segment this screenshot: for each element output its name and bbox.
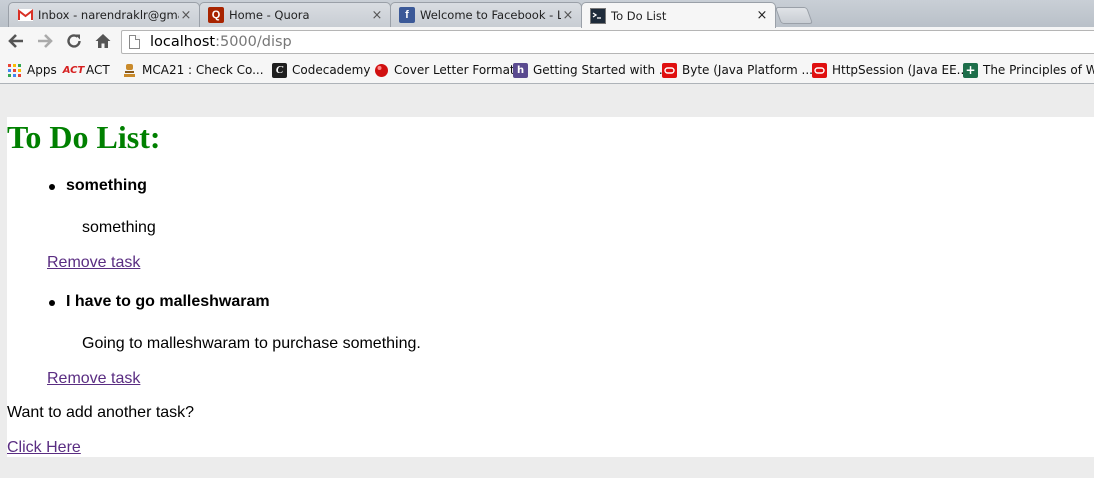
apps-grid-icon (7, 63, 22, 78)
tab-facebook[interactable]: f Welcome to Facebook - Lo × (390, 2, 582, 27)
task-title: something (49, 177, 147, 195)
url-path: :5000/disp (215, 34, 292, 50)
bookmark-label: ACT (86, 63, 110, 77)
url-text[interactable]: localhost:5000/disp (150, 34, 292, 50)
quora-icon: Q (208, 7, 224, 23)
bookmark-heroku[interactable]: h Getting Started with ... (513, 61, 670, 79)
bookmark-label: Cover Letter Format (394, 63, 515, 77)
heroku-icon: h (513, 62, 528, 78)
tab-quora[interactable]: Q Home - Quora × (199, 2, 391, 27)
add-task-link[interactable]: Click Here (7, 439, 81, 457)
bullet-icon (49, 184, 55, 190)
task-title: I have to go malleshwaram (49, 293, 270, 311)
close-icon[interactable]: × (179, 8, 193, 23)
bullet-icon (49, 300, 55, 306)
page-title: To Do List: (7, 119, 161, 155)
oracle-icon (812, 62, 827, 78)
emblem-icon (122, 63, 137, 78)
bookmark-act[interactable]: ACT ACT (62, 61, 110, 79)
address-bar[interactable]: localhost:5000/disp (121, 30, 1094, 54)
bookmark-label: Byte (Java Platform ... (682, 63, 813, 77)
bookmark-label: Getting Started with ... (533, 63, 671, 77)
tab-title: Home - Quora (229, 8, 310, 22)
task-title-text: something (66, 177, 147, 194)
back-button[interactable] (6, 32, 26, 52)
back-arrow-icon (8, 34, 23, 48)
bookmarks-bar: Apps ACT ACT MCA21 : Check Co... C Codec… (0, 57, 1094, 84)
bookmark-label: Apps (27, 63, 57, 77)
tab-title: Inbox - narendraklr@gmai (38, 8, 179, 22)
bookmark-byte[interactable]: Byte (Java Platform ... (662, 61, 813, 79)
forward-arrow-icon (38, 34, 53, 48)
page-icon (129, 35, 140, 49)
codecademy-icon: C (272, 62, 287, 78)
task-item: I have to go malleshwaram Going to malle… (7, 293, 1094, 403)
bookmark-label: HttpSession (Java EE... (832, 63, 969, 77)
bookmark-codecademy[interactable]: C Codecademy (272, 61, 370, 79)
close-icon[interactable]: × (370, 8, 384, 23)
tab-strip: Inbox - narendraklr@gmai × Q Home - Quor… (0, 0, 1094, 28)
home-icon (95, 34, 111, 48)
bookmark-cover-letter[interactable]: Cover Letter Format (374, 61, 515, 79)
terminal-icon (590, 7, 606, 24)
add-task-prompt: Want to add another task? (7, 404, 195, 421)
green-plus-icon: + (963, 62, 978, 78)
remove-task-link[interactable]: Remove task (47, 254, 140, 272)
task-description: something (82, 219, 156, 236)
bookmark-label: Codecademy (292, 63, 371, 77)
bookmark-httpsession[interactable]: HttpSession (Java EE... (812, 61, 968, 79)
facebook-icon: f (399, 7, 415, 23)
gmail-icon (17, 7, 33, 23)
bookmark-label: MCA21 : Check Co... (142, 63, 264, 77)
close-icon[interactable]: × (755, 8, 769, 23)
new-tab-button[interactable] (774, 7, 814, 24)
browser-toolbar: localhost:5000/disp (0, 27, 1094, 57)
page-content: To Do List: something something Remove t… (7, 117, 1094, 457)
remove-task-link[interactable]: Remove task (47, 370, 140, 388)
reload-icon (67, 34, 81, 48)
bookmark-principles[interactable]: + The Principles of We... (963, 61, 1094, 79)
oracle-icon (662, 62, 677, 78)
reload-button[interactable] (64, 32, 84, 52)
bookmark-label: The Principles of We... (983, 63, 1094, 77)
red-ball-icon (374, 63, 389, 78)
task-title-text: I have to go malleshwaram (66, 293, 270, 310)
url-host: localhost (150, 34, 216, 50)
forward-button[interactable] (35, 32, 55, 52)
task-description: Going to malleshwaram to purchase someth… (82, 335, 421, 352)
tab-gmail[interactable]: Inbox - narendraklr@gmai × (8, 2, 200, 27)
tab-todo-list[interactable]: To Do List × (581, 2, 776, 28)
bookmark-mca21[interactable]: MCA21 : Check Co... (122, 61, 264, 79)
tab-title: Welcome to Facebook - Lo (420, 8, 561, 22)
bookmark-apps[interactable]: Apps (7, 61, 57, 79)
act-icon: ACT (62, 64, 85, 76)
home-button[interactable] (93, 32, 113, 52)
tab-title: To Do List (611, 8, 667, 23)
close-icon[interactable]: × (561, 8, 575, 23)
task-item: something something Remove task (7, 177, 1094, 287)
